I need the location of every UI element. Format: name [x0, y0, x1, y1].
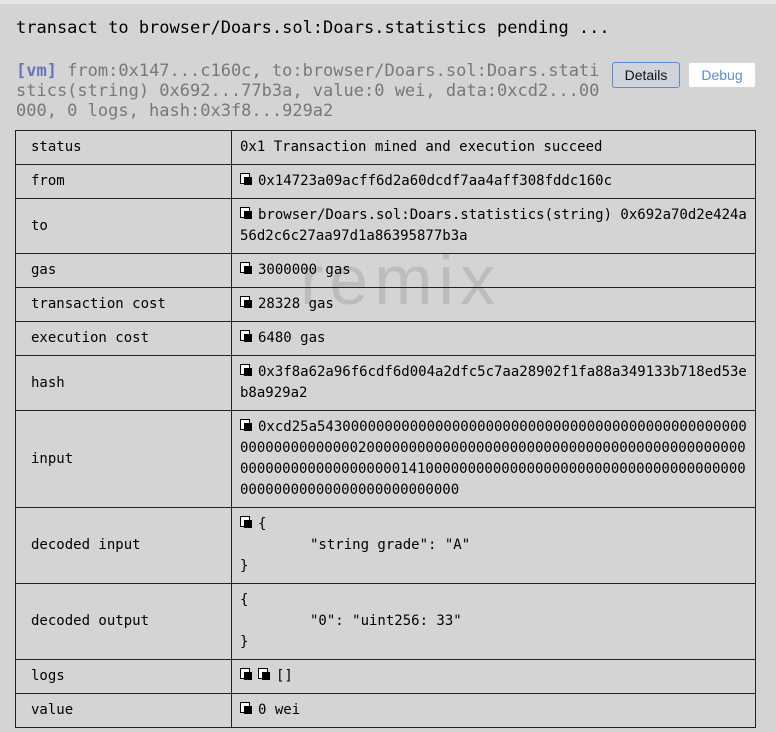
row-transaction-cost: transaction cost 28328 gas	[15, 287, 756, 322]
transaction-title: transact to browser/Doars.sol:Doars.stat…	[16, 18, 610, 38]
row-value: value 0 wei	[15, 693, 756, 728]
row-value: browser/Doars.sol:Doars.statistics(strin…	[240, 207, 747, 244]
row-key: decoded output	[15, 583, 232, 660]
vm-tag: [vm]	[16, 61, 57, 81]
copy-icon[interactable]	[240, 262, 253, 275]
row-key: status	[15, 130, 232, 165]
row-key: value	[15, 693, 232, 728]
row-key: transaction cost	[15, 287, 232, 322]
row-decoded-input: decoded input { "string grade": "A"}	[15, 507, 756, 584]
row-key: hash	[15, 355, 232, 411]
row-from: from 0x14723a09acff6d2a60dcdf7aa4aff308f…	[15, 164, 756, 199]
row-status: status 0x1 Transaction mined and executi…	[15, 130, 756, 165]
copy-icon[interactable]	[240, 702, 253, 715]
row-key: to	[15, 198, 232, 254]
row-key: execution cost	[15, 321, 232, 356]
row-key: from	[15, 164, 232, 199]
row-to: to browser/Doars.sol:Doars.statistics(st…	[15, 198, 756, 254]
row-value: 3000000 gas	[258, 262, 351, 278]
copy-icon[interactable]	[240, 516, 253, 529]
json-close-brace: }	[240, 558, 249, 574]
summary-text: from:0x147...c160c, to:browser/Doars.sol…	[16, 61, 600, 121]
json-open-brace: {	[240, 592, 249, 608]
row-key: gas	[15, 253, 232, 288]
json-entry: "string grade": "A"	[310, 537, 471, 553]
row-value: 28328 gas	[258, 296, 334, 312]
copy-icon[interactable]	[240, 207, 253, 220]
row-logs: logs []	[15, 659, 756, 694]
copy-icon[interactable]	[240, 364, 253, 377]
row-value: 6480 gas	[258, 330, 326, 346]
json-entry: "0": "uint256: 33"	[310, 613, 462, 629]
row-execution-cost: execution cost 6480 gas	[15, 321, 756, 356]
row-input: input 0xcd25a543000000000000000000000000…	[15, 410, 756, 508]
row-value: 0xcd25a543000000000000000000000000000000…	[240, 419, 747, 498]
details-button[interactable]: Details	[612, 62, 680, 88]
row-key: input	[15, 410, 232, 508]
copy-icon[interactable]	[240, 173, 253, 186]
row-gas: gas 3000000 gas	[15, 253, 756, 288]
row-value: 0 wei	[258, 702, 301, 718]
row-value: 0x3f8a62a96f6cdf6d004a2dfc5c7aa28902f1fa…	[240, 364, 747, 401]
row-decoded-output: decoded output { "0": "uint256: 33"}	[15, 583, 756, 660]
json-open-brace: {	[258, 516, 267, 532]
debug-button[interactable]: Debug	[688, 62, 756, 88]
copy-icon[interactable]	[258, 668, 271, 681]
transaction-details-table: status 0x1 Transaction mined and executi…	[15, 130, 756, 728]
row-key: logs	[15, 659, 232, 694]
row-value: 0x14723a09acff6d2a60dcdf7aa4aff308fddc16…	[258, 173, 613, 189]
copy-icon[interactable]	[240, 419, 253, 432]
row-value: []	[276, 668, 293, 684]
row-value: 0x1 Transaction mined and execution succ…	[231, 130, 756, 165]
copy-icon[interactable]	[240, 668, 253, 681]
copy-icon[interactable]	[240, 296, 253, 309]
copy-icon[interactable]	[240, 330, 253, 343]
transaction-summary[interactable]: [vm] from:0x147...c160c, to:browser/Doar…	[16, 61, 604, 121]
row-hash: hash 0x3f8a62a96f6cdf6d004a2dfc5c7aa2890…	[15, 355, 756, 411]
row-key: decoded input	[15, 507, 232, 584]
json-close-brace: }	[240, 634, 249, 650]
top-border	[0, 0, 776, 4]
